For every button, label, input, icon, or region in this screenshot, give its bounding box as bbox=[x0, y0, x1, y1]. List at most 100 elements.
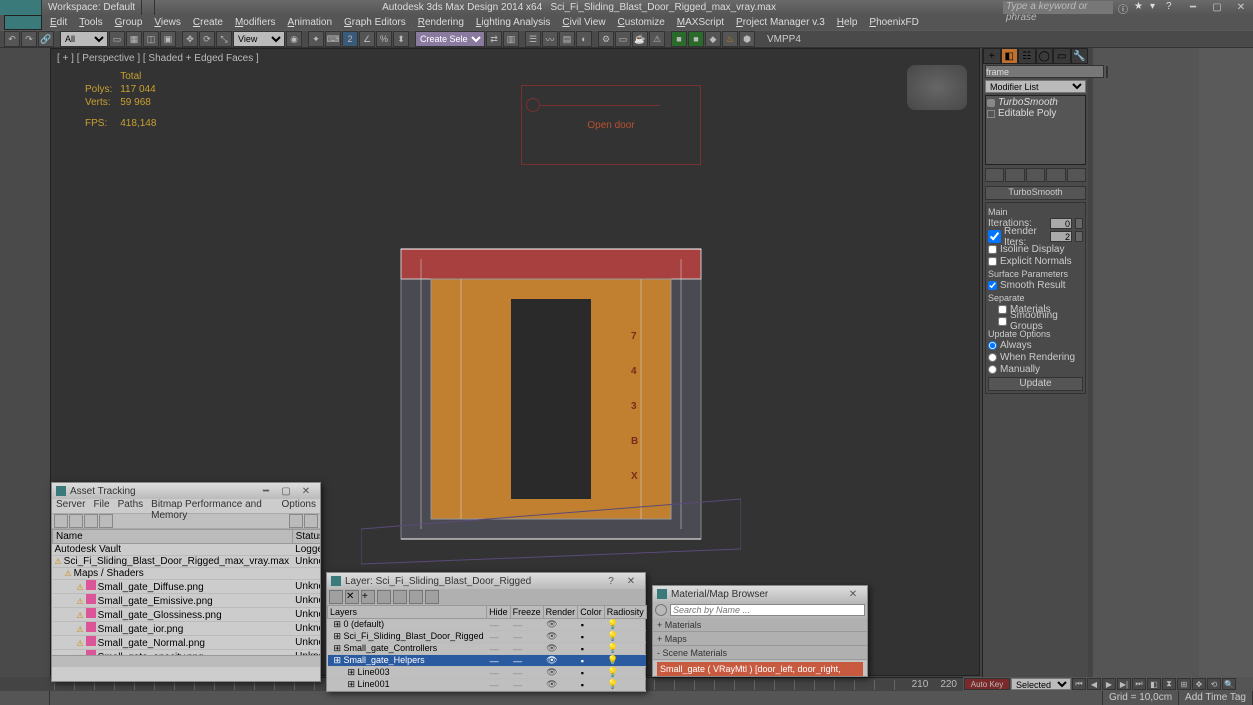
select-region[interactable]: ◫ bbox=[143, 31, 159, 47]
keymode-select[interactable]: Selected bbox=[1011, 678, 1071, 690]
nav-4[interactable]: 🔍 bbox=[1222, 678, 1236, 690]
layer-freeze[interactable] bbox=[425, 590, 439, 604]
menu-modifiers[interactable]: Modifiers bbox=[229, 15, 282, 30]
asset-row[interactable]: Small_gate_Normal.pngUnknown St… bbox=[53, 636, 321, 650]
layer-add[interactable]: + bbox=[361, 590, 375, 604]
link-button[interactable]: 🔗 bbox=[38, 31, 54, 47]
layer-help[interactable]: ? bbox=[601, 576, 621, 587]
add-time-tag[interactable]: Add Time Tag bbox=[1179, 691, 1253, 705]
app-logo[interactable] bbox=[0, 0, 42, 15]
prev-frame[interactable]: ◀ bbox=[1087, 678, 1101, 690]
mirror-button[interactable]: ⇄ bbox=[486, 31, 502, 47]
tab-hierarchy[interactable]: ☷ bbox=[1018, 48, 1036, 64]
menu-help[interactable]: Help bbox=[831, 15, 864, 30]
layer-row[interactable]: ⊞ Sci_Fi_Sliding_Blast_Door_Rigged——👁▪💡 bbox=[328, 631, 647, 643]
explicit-check[interactable] bbox=[988, 257, 997, 266]
menu-civilview[interactable]: Civil View bbox=[556, 15, 611, 30]
render-iters-check[interactable] bbox=[988, 230, 1001, 243]
asset-menu-server[interactable]: Server bbox=[56, 499, 85, 513]
help-icon[interactable]: ? bbox=[1166, 1, 1180, 15]
layer-hl[interactable] bbox=[393, 590, 407, 604]
slider-knob-icon[interactable] bbox=[526, 98, 540, 112]
material-browser-window[interactable]: Material/Map Browser✕ + Materials + Maps… bbox=[652, 585, 868, 677]
nav-2[interactable]: ✥ bbox=[1192, 678, 1206, 690]
window-crossing[interactable]: ▣ bbox=[160, 31, 176, 47]
material-editor[interactable]: ◐ bbox=[576, 31, 592, 47]
asset-min[interactable]: ━ bbox=[256, 486, 276, 497]
asset-max[interactable]: ▢ bbox=[276, 486, 296, 497]
render-frame[interactable]: ▭ bbox=[615, 31, 631, 47]
layer-row[interactable]: ⊞ Line001——👁▪💡 bbox=[328, 679, 647, 691]
scale-button[interactable]: ⤡ bbox=[216, 31, 232, 47]
undo-button[interactable]: ↶ bbox=[4, 31, 20, 47]
app-menu-button[interactable] bbox=[4, 15, 42, 30]
select-object[interactable]: ▭ bbox=[109, 31, 125, 47]
asset-menu-bitmap[interactable]: Bitmap Performance and Memory bbox=[151, 499, 273, 513]
signin-icon[interactable]: ▾ bbox=[1150, 1, 1164, 15]
menu-edit[interactable]: Edit bbox=[44, 15, 73, 30]
mat-close[interactable]: ✕ bbox=[843, 589, 863, 600]
modifier-list[interactable]: Modifier List bbox=[985, 80, 1086, 93]
menu-tools[interactable]: Tools bbox=[73, 15, 108, 30]
asset-row[interactable]: Small_gate_Diffuse.pngUnknown St… bbox=[53, 580, 321, 594]
px-tool1[interactable]: ■ bbox=[671, 31, 687, 47]
infocenter-icon[interactable]: ⓘ bbox=[1118, 1, 1132, 15]
snap-percent[interactable]: % bbox=[376, 31, 392, 47]
mat-search[interactable] bbox=[670, 604, 865, 616]
smooth-result-check[interactable] bbox=[988, 281, 997, 290]
ref-coord[interactable]: View bbox=[233, 31, 285, 47]
node-materials[interactable]: + Materials bbox=[653, 618, 867, 632]
layer-row[interactable]: ⊞ Small_gate_Controllers——👁▪💡 bbox=[328, 643, 647, 655]
stack-editablepoly[interactable]: Editable Poly bbox=[987, 108, 1084, 119]
select-name[interactable]: ▦ bbox=[126, 31, 142, 47]
workspace-picker[interactable]: Workspace: Default bbox=[42, 0, 142, 15]
modifier-stack[interactable]: TurboSmooth Editable Poly bbox=[985, 95, 1086, 165]
update-render[interactable] bbox=[988, 353, 997, 362]
col-status[interactable]: Status bbox=[292, 530, 320, 544]
snap-2d[interactable]: 2 bbox=[342, 31, 358, 47]
keyboard-shortcut[interactable]: ⌨ bbox=[325, 31, 341, 47]
asset-row[interactable]: Small_gate_Emissive.pngUnknown St… bbox=[53, 594, 321, 608]
layer-row[interactable]: ⊞ Small_gate_Helpers——👁▪💡 bbox=[328, 655, 647, 667]
node-scene[interactable]: - Scene Materials bbox=[653, 646, 867, 660]
help-search[interactable]: Type a keyword or phrase bbox=[1003, 1, 1113, 14]
star-icon[interactable]: ★ bbox=[1134, 1, 1148, 15]
layer-sel[interactable] bbox=[377, 590, 391, 604]
key-mode-toggle[interactable]: ◧ bbox=[1147, 678, 1161, 690]
asset-menu-options[interactable]: Options bbox=[282, 499, 316, 513]
move-button[interactable]: ✥ bbox=[182, 31, 198, 47]
menu-customize[interactable]: Customize bbox=[612, 15, 671, 30]
render-iters-spinner[interactable] bbox=[1075, 231, 1083, 242]
asset-tb4[interactable] bbox=[99, 514, 113, 528]
asset-tb-r2[interactable] bbox=[304, 514, 318, 528]
spinner-snap[interactable]: ⬍ bbox=[393, 31, 409, 47]
selection-filter[interactable]: All bbox=[60, 31, 108, 47]
close-button[interactable]: ✕ bbox=[1229, 0, 1253, 15]
asset-tb3[interactable] bbox=[84, 514, 98, 528]
named-selection[interactable]: Create Selection Se bbox=[415, 31, 485, 47]
layer-row[interactable]: ⊞ 0 (default)——👁▪💡 bbox=[328, 619, 647, 631]
update-manual[interactable] bbox=[988, 365, 997, 374]
rotate-button[interactable]: ⟳ bbox=[199, 31, 215, 47]
render-prod[interactable]: ☕ bbox=[632, 31, 648, 47]
viewcube[interactable] bbox=[907, 65, 967, 110]
redo-button[interactable]: ↷ bbox=[21, 31, 37, 47]
sep-materials-check[interactable] bbox=[998, 305, 1007, 314]
asset-row[interactable]: Sci_Fi_Sliding_Blast_Door_Rigged_max_vra… bbox=[53, 556, 321, 568]
next-frame[interactable]: ▶| bbox=[1117, 678, 1131, 690]
layer-new[interactable] bbox=[329, 590, 343, 604]
px-tool4[interactable]: ♨ bbox=[722, 31, 738, 47]
pin-stack[interactable] bbox=[985, 168, 1004, 182]
menu-views[interactable]: Views bbox=[148, 15, 187, 30]
menu-grapheditors[interactable]: Graph Editors bbox=[338, 15, 412, 30]
tab-utilities[interactable]: 🔧 bbox=[1071, 48, 1089, 64]
tab-create[interactable]: + bbox=[983, 48, 1001, 64]
show-end[interactable] bbox=[1005, 168, 1024, 182]
menu-lighting[interactable]: Lighting Analysis bbox=[470, 15, 557, 30]
unique[interactable] bbox=[1026, 168, 1045, 182]
pivot-button[interactable]: ◉ bbox=[286, 31, 302, 47]
layer-del[interactable]: ✕ bbox=[345, 590, 359, 604]
asset-row[interactable]: Small_gate_ior.pngUnknown St… bbox=[53, 622, 321, 636]
open-door-control[interactable]: Open door bbox=[521, 85, 701, 165]
nav-1[interactable]: ⊞ bbox=[1177, 678, 1191, 690]
